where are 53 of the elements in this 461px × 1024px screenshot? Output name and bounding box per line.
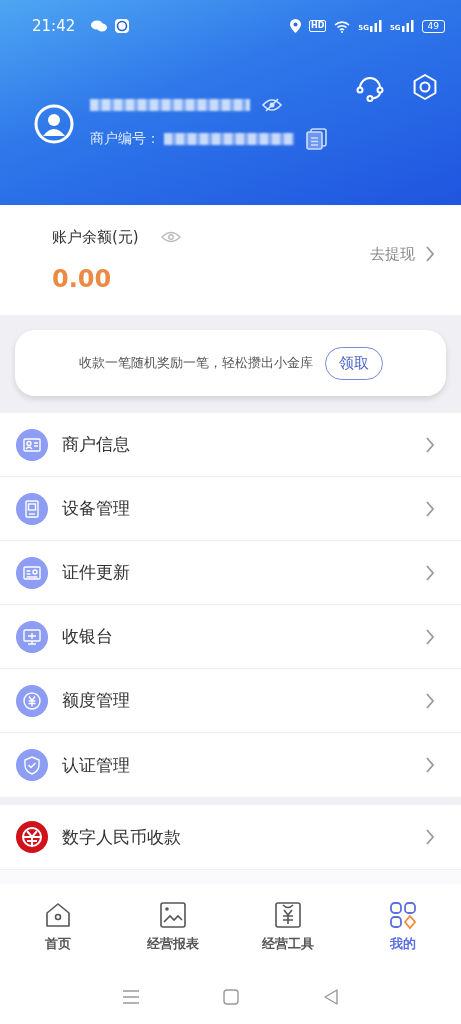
tab-item[interactable]: 我的 <box>345 901 461 953</box>
signal-icon <box>401 20 414 32</box>
home-icon <box>43 901 72 929</box>
battery-indicator: 49 <box>421 19 445 33</box>
merchant-number-label: 商户编号： <box>90 130 160 148</box>
menu-item[interactable]: 数字人民币收款 <box>0 805 461 869</box>
yuan-icon <box>16 684 48 717</box>
claim-button[interactable]: 领取 <box>324 346 383 380</box>
balance-label: 账户余额(元) <box>52 227 139 247</box>
chevron-icon <box>425 246 435 262</box>
hidden-eye-icon[interactable] <box>262 98 282 112</box>
balance-amount: 0.00 <box>52 264 113 293</box>
location-icon <box>289 19 301 33</box>
tab-item[interactable]: 首页 <box>0 901 116 953</box>
tab-item[interactable]: 经营报表 <box>115 901 231 953</box>
chevron-icon <box>425 757 435 773</box>
hd-badge: HD <box>308 20 327 32</box>
chevron-icon <box>425 500 435 517</box>
tab-item[interactable]: 经营工具 <box>230 901 346 953</box>
id-card-icon <box>16 428 48 461</box>
chevron-icon <box>425 564 435 581</box>
eye-icon[interactable] <box>160 231 181 243</box>
digital-currency-icon <box>16 821 48 853</box>
menu-item[interactable]: 额度管理 <box>0 669 461 733</box>
monitor-icon <box>16 620 48 653</box>
apps-icon <box>389 901 418 929</box>
image-icon <box>158 901 187 929</box>
chat-icon <box>91 20 108 32</box>
menu-item[interactable]: 设备管理 <box>0 477 461 541</box>
menu-item[interactable]: 收银台 <box>0 605 461 669</box>
wifi-icon <box>334 19 351 33</box>
chevron-icon <box>425 829 435 845</box>
copy-icon[interactable] <box>306 128 328 150</box>
status-time: 21:42 <box>32 17 76 35</box>
settings-icon[interactable] <box>411 73 439 101</box>
chevron-icon <box>425 628 435 645</box>
device-icon <box>16 492 48 525</box>
menu-item[interactable]: 商户信息 <box>0 413 461 477</box>
avatar-icon <box>34 104 74 144</box>
signal-icon <box>369 20 382 32</box>
certificate-icon <box>16 556 48 589</box>
chevron-icon <box>425 436 435 453</box>
back-icon[interactable] <box>323 989 340 1005</box>
promo-text: 收款一笔随机奖励一笔，轻松攒出小金库 <box>78 354 313 372</box>
app-icon <box>115 19 130 33</box>
withdraw-link[interactable]: 去提现 <box>370 244 435 264</box>
home-button-icon[interactable] <box>223 989 240 1005</box>
shield-icon <box>16 749 48 781</box>
yuan-receipt-icon <box>274 901 303 929</box>
menu-item[interactable]: 证件更新 <box>0 541 461 605</box>
chevron-icon <box>425 692 435 709</box>
menu-item[interactable]: 认证管理 <box>0 733 461 797</box>
menu-icon[interactable] <box>121 989 140 1005</box>
